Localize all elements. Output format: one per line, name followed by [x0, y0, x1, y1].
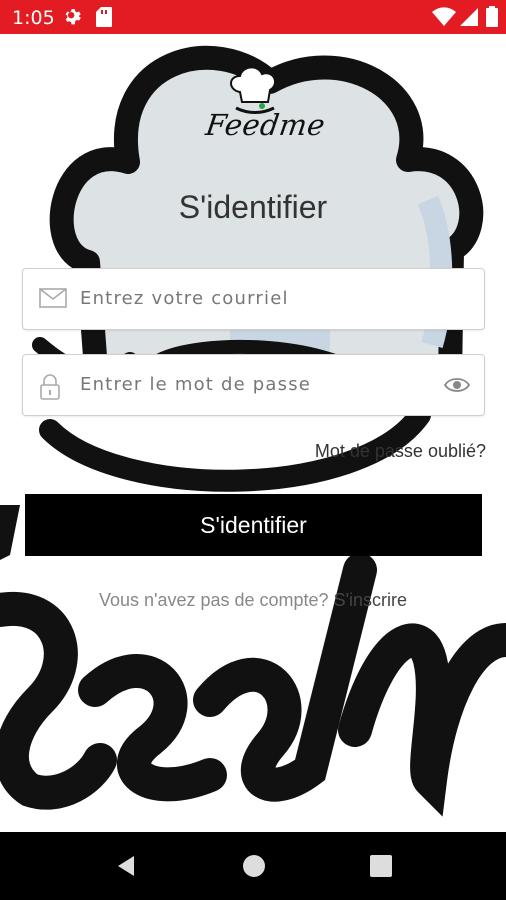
screen: 1:05 Feedme S'identifier Entrez votre co…	[0, 0, 506, 900]
mail-icon	[39, 287, 67, 314]
email-placeholder: Entrez votre courriel	[80, 288, 289, 309]
back-icon[interactable]	[114, 854, 138, 883]
logo-text: Feedme	[203, 108, 328, 142]
recents-icon[interactable]	[369, 854, 393, 883]
page-title: S'identifier	[178, 189, 328, 225]
signup-row: Vous n'avez pas de compte? S'inscrire	[0, 590, 506, 611]
wifi-icon	[432, 6, 456, 33]
sd-card-icon	[95, 6, 113, 33]
background-illustration	[0, 46, 506, 817]
settings-gear-icon	[62, 6, 84, 33]
battery-icon	[486, 6, 498, 33]
password-field[interactable]: Entrer le mot de passe	[22, 354, 485, 416]
email-field[interactable]: Entrez votre courriel	[22, 268, 485, 330]
password-placeholder: Entrer le mot de passe	[80, 374, 312, 395]
status-bar: 1:05	[0, 0, 506, 34]
forgot-password-link[interactable]: Mot de passe oublié?	[315, 441, 486, 462]
signup-question: Vous n'avez pas de compte?	[98, 590, 329, 610]
signup-link[interactable]: S'inscrire	[334, 590, 407, 610]
navigation-bar	[0, 832, 506, 900]
signal-icon	[460, 6, 478, 33]
status-time: 1:05	[12, 7, 55, 29]
home-icon[interactable]	[242, 854, 266, 883]
lock-icon	[39, 373, 61, 406]
eye-icon[interactable]	[443, 375, 471, 400]
login-button[interactable]: S'identifier	[25, 494, 482, 556]
